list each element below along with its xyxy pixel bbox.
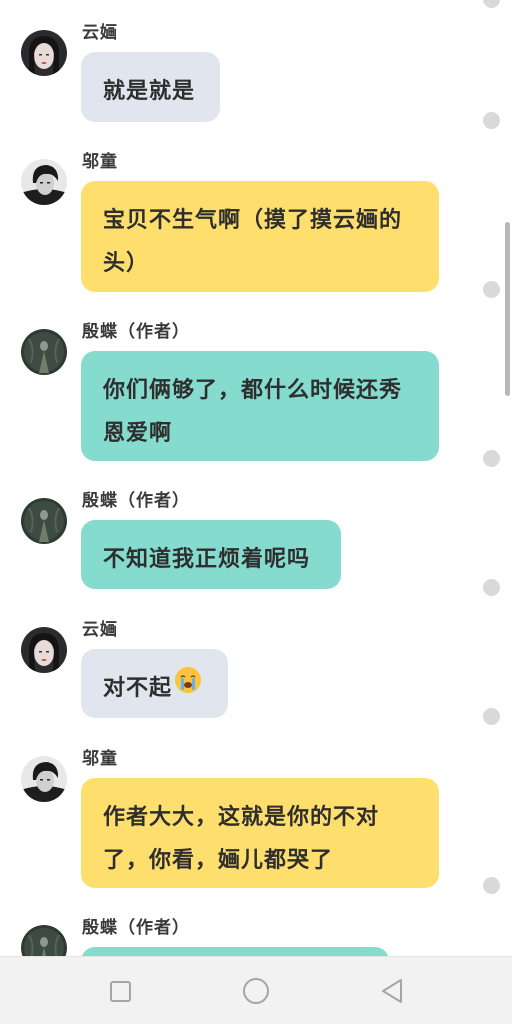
message-text-line: 对不起: [103, 666, 206, 710]
message-select-dot[interactable]: [483, 579, 500, 596]
navigation-bar: [0, 956, 512, 1024]
message-text: 不知道我正烦着呢吗: [103, 547, 311, 572]
chat-list[interactable]: 云婳 就是就是 邬童 宝贝不生气啊（摸了摸云婳的 头） 殷蝶（作者） 你们俩够了…: [0, 0, 512, 956]
message-select-dot[interactable]: [483, 708, 500, 725]
sender-name: 殷蝶（作者）: [82, 322, 190, 342]
message-select-dot[interactable]: [483, 450, 500, 467]
message-text: 恩爱啊: [103, 421, 173, 446]
message-bubble[interactable]: [81, 947, 389, 956]
sender-name: 邬童: [82, 749, 118, 769]
message-text: 了，你看，婳儿都哭了: [103, 848, 334, 873]
message-select-dot[interactable]: [483, 112, 500, 129]
back-triangle-icon[interactable]: [376, 975, 408, 1007]
girl-avatar-icon[interactable]: [21, 30, 67, 76]
home-circle-icon[interactable]: [240, 975, 272, 1007]
crying-face-emoji: [174, 666, 202, 709]
sender-name: 殷蝶（作者）: [82, 491, 190, 511]
message-bubble[interactable]: 就是就是: [81, 52, 220, 122]
message-bubble[interactable]: 对不起: [81, 649, 228, 718]
chat-screen: 云婳 就是就是 邬童 宝贝不生气啊（摸了摸云婳的 头） 殷蝶（作者） 你们俩够了…: [0, 0, 512, 1024]
message-bubble[interactable]: 宝贝不生气啊（摸了摸云婳的 头）: [81, 181, 439, 292]
message-bubble[interactable]: 你们俩够了，都什么时候还秀 恩爱啊: [81, 351, 439, 461]
message-select-dot[interactable]: [483, 0, 500, 8]
author-avatar-icon[interactable]: [21, 925, 67, 956]
boy-avatar-icon[interactable]: [21, 159, 67, 205]
message-text: 就是就是: [103, 79, 196, 104]
message-bubble[interactable]: 不知道我正烦着呢吗: [81, 520, 341, 589]
message-text: 宝贝不生气啊（摸了摸云婳的: [103, 208, 403, 233]
message-text: 你们俩够了，都什么时候还秀: [103, 378, 403, 403]
sender-name: 殷蝶（作者）: [82, 918, 190, 938]
message-select-dot[interactable]: [483, 877, 500, 894]
boy-avatar-icon[interactable]: [21, 756, 67, 802]
author-avatar-icon[interactable]: [21, 329, 67, 375]
author-avatar-icon[interactable]: [21, 498, 67, 544]
message-text: 作者大大，这就是你的不对: [103, 805, 380, 830]
scrollbar[interactable]: [505, 222, 510, 396]
sender-name: 云婳: [82, 23, 118, 43]
message-text: 头）: [103, 251, 150, 276]
sender-name: 邬童: [82, 152, 118, 172]
message-bubble[interactable]: 作者大大，这就是你的不对 了，你看，婳儿都哭了: [81, 778, 439, 888]
message-select-dot[interactable]: [483, 281, 500, 298]
message-text: 对不起: [103, 676, 173, 701]
recent-apps-square-icon[interactable]: [104, 975, 136, 1007]
girl-avatar-icon[interactable]: [21, 627, 67, 673]
sender-name: 云婳: [82, 620, 118, 640]
